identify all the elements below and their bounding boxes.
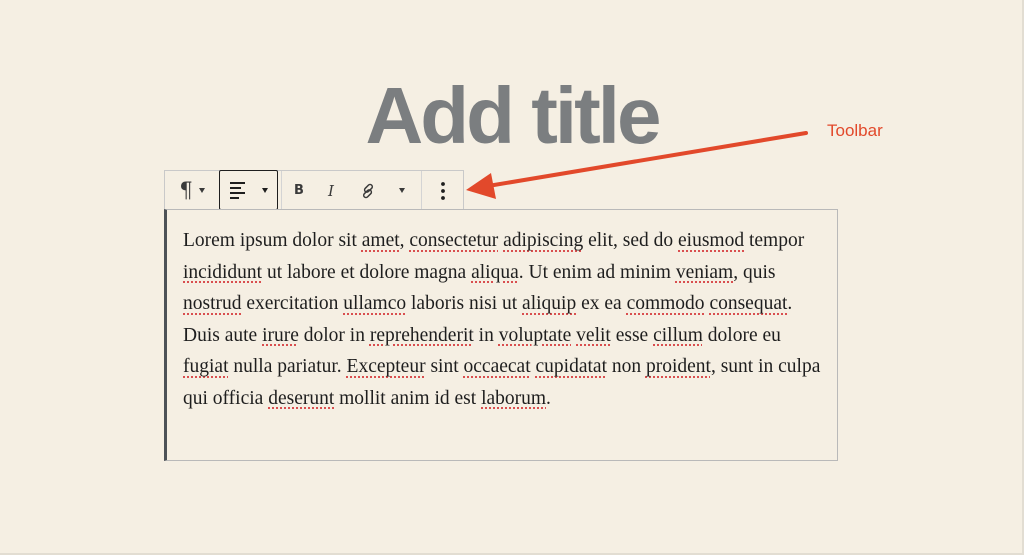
italic-button[interactable]: I [317,171,345,210]
paragraph-text-segment: , [399,230,410,251]
spellcheck-flagged-word: adipiscing [503,230,584,251]
paragraph-text-segment: in [473,324,499,346]
paragraph-text-segment: exercitation [241,293,344,314]
more-rich-text-controls-button[interactable] [391,171,413,210]
align-left-icon [230,181,245,199]
spellcheck-flagged-word: eiusmod [678,230,745,251]
spellcheck-flagged-word: reprehenderit [369,324,474,346]
spellcheck-flagged-word: proident [645,356,711,377]
paragraph-text-segment: dolor in [298,324,370,346]
block-type-switcher[interactable]: ¶ [165,171,219,210]
chevron-down-icon [262,187,268,193]
paragraph-text-segment: laboris nisi ut [406,293,523,314]
spellcheck-flagged-word: Excepteur [346,356,426,377]
block-toolbar: ¶ B I [164,170,464,210]
paragraph-text-segment: esse [610,324,654,346]
paragraph-text-segment: nulla pariatur. [228,356,347,377]
paragraph-text-segment: elit, sed do [583,230,679,251]
align-button[interactable] [219,170,278,210]
toolbar-divider [281,171,282,210]
spellcheck-flagged-word: occaecat [463,356,531,377]
spellcheck-flagged-word: veniam [675,261,734,283]
paragraph-text-segment: ut labore et dolore magna [262,261,472,283]
spellcheck-flagged-word: cillum [653,324,703,346]
spellcheck-flagged-word: incididunt [183,261,263,283]
spellcheck-flagged-word: cupidatat [535,356,607,377]
paragraph-text-segment: tempor [744,230,805,251]
paragraph-text-segment: dolore eu [702,324,781,346]
paragraph-text-segment: non [606,356,646,377]
spellcheck-flagged-word: aliqua [471,261,519,283]
more-options-button[interactable] [423,171,463,210]
spellcheck-flagged-word: aliquip [522,293,577,314]
paragraph-text-segment: mollit anim id est [334,387,482,409]
spellcheck-flagged-word: fugiat [183,356,229,377]
chevron-down-icon [399,188,405,193]
spellcheck-flagged-word: nostrud [183,293,242,314]
spellcheck-flagged-word: voluptate [498,324,572,346]
pilcrow-icon: ¶ [179,178,193,202]
paragraph-text-segment: . Ut enim ad minim [518,261,676,283]
spellcheck-flagged-word: deserunt [268,387,335,409]
paragraph-text-segment: , quis [733,261,776,283]
link-icon [362,183,374,198]
spellcheck-flagged-word: ullamco [343,293,407,314]
paragraph-text-segment: . [546,387,551,409]
paragraph-text-segment: sint [425,356,464,377]
paragraph-text[interactable]: Lorem ipsum dolor sit amet, consectetur … [183,225,829,414]
spellcheck-flagged-word: velit [576,324,611,346]
paragraph-block[interactable]: Lorem ipsum dolor sit amet, consectetur … [164,209,838,461]
bold-icon: B [294,183,304,198]
spellcheck-flagged-word: commodo [626,293,705,314]
chevron-down-icon [198,188,205,193]
spellcheck-flagged-word: laborum [481,387,547,409]
spellcheck-flagged-word: consequat [709,293,788,314]
spellcheck-flagged-word: amet [361,230,400,251]
more-vertical-icon [441,181,445,200]
link-button[interactable] [353,171,383,210]
paragraph-text-segment: ex ea [576,293,627,314]
spellcheck-flagged-word: consectetur [409,230,499,251]
italic-icon: I [328,181,334,200]
toolbar-divider [421,171,422,210]
paragraph-text-segment: Lorem ipsum dolor sit [183,230,362,251]
bold-button[interactable]: B [285,171,313,210]
spellcheck-flagged-word: irure [262,324,299,346]
